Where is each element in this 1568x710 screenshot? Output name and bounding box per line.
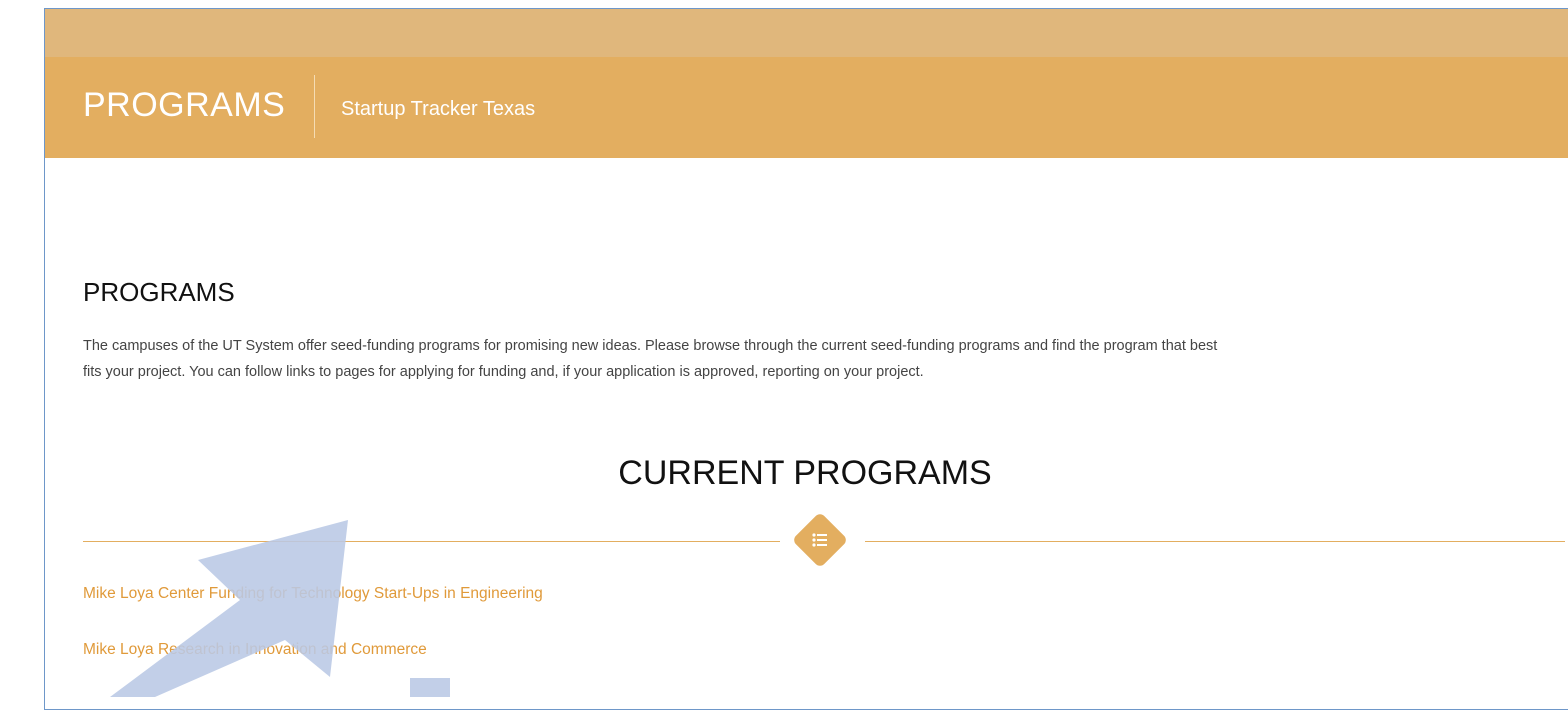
divider-line-left	[83, 541, 780, 542]
top-strip	[45, 9, 1568, 57]
divider-line-right	[865, 541, 1565, 542]
program-link[interactable]: Mike Loya Center Funding for Technology …	[83, 585, 543, 603]
header-site-name[interactable]: Startup Tracker Texas	[341, 98, 535, 121]
intro-line: The campuses of the UT System offer seed…	[83, 338, 1218, 354]
intro-paragraph: The campuses of the UT System offer seed…	[83, 333, 1523, 385]
header-divider	[314, 75, 315, 138]
current-programs-heading: CURRENT PROGRAMS	[618, 454, 992, 492]
header-brand[interactable]: PROGRAMS	[83, 86, 285, 125]
intro-line: fits your project. You can follow links …	[83, 364, 924, 380]
site-header: PROGRAMS Startup Tracker Texas	[45, 57, 1568, 158]
list-icon	[812, 533, 827, 547]
page-title: PROGRAMS	[83, 277, 235, 307]
browser-page: PROGRAMS Startup Tracker Texas PROGRAMS …	[44, 8, 1568, 710]
program-link[interactable]: Mike Loya Research in Innovation and Com…	[83, 641, 427, 659]
